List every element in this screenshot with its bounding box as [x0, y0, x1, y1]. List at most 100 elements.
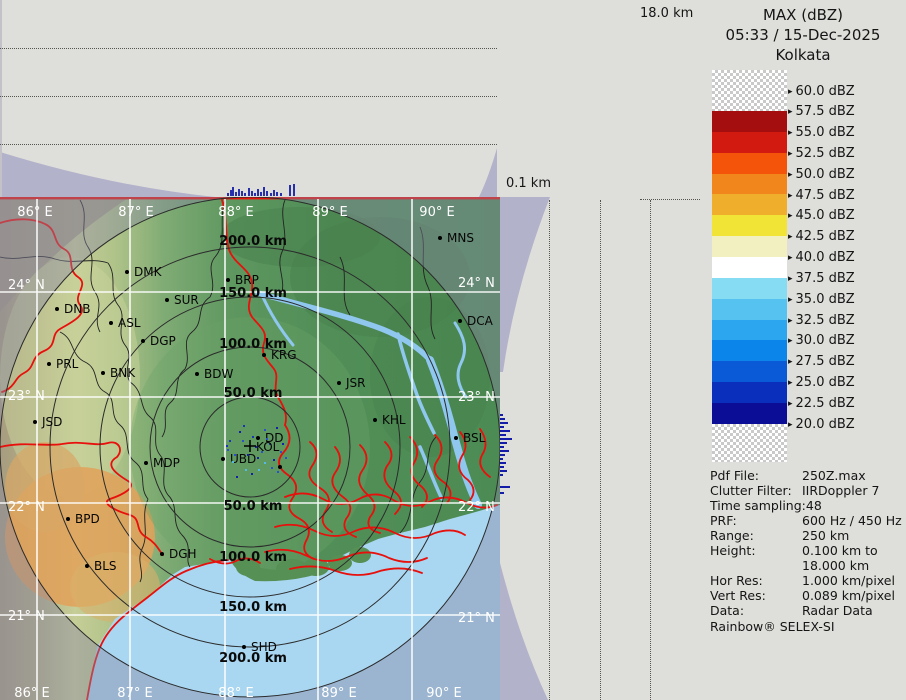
- echo-top-bar: [500, 492, 504, 494]
- metadata-value: 18.000 km: [802, 558, 869, 573]
- echo-top-bar: [254, 193, 256, 196]
- height-gridline: [0, 48, 497, 49]
- echo-top-bar: [260, 192, 262, 196]
- range-ring-label: 150.0 km: [219, 286, 287, 301]
- dbz-label: 52.5 dBZ: [796, 146, 855, 161]
- dbz-label-row: ▸32.5 dBZ: [788, 313, 855, 328]
- echo-top-bar: [227, 193, 229, 196]
- metadata-row: Height:0.100 km to: [710, 543, 902, 558]
- metadata-value: 1.000 km/pixel: [802, 573, 895, 588]
- dbz-label: 45.0 dBZ: [796, 208, 855, 223]
- echo-top-bar: [230, 190, 232, 196]
- city-dot: [141, 339, 145, 343]
- echo-pixel: [282, 443, 284, 445]
- colorband: [712, 403, 787, 424]
- echo-top-bar: [500, 474, 503, 476]
- echo-top-bar: [251, 191, 253, 196]
- city-dot: [47, 362, 51, 366]
- city-dot: [454, 436, 458, 440]
- echo-top-bar: [500, 414, 503, 416]
- city-dot: [165, 298, 169, 302]
- metadata-row: Data:Radar Data: [710, 603, 902, 618]
- dbz-label: 40.0 dBZ: [796, 250, 855, 265]
- dbz-label-row: ▸22.5 dBZ: [788, 396, 855, 411]
- echo-top-bar: [500, 422, 508, 424]
- dbz-colorbar: [712, 70, 787, 462]
- echo-top-bar: [500, 434, 506, 436]
- city-dot: [262, 353, 266, 357]
- colorband: [712, 278, 787, 299]
- blind-cone-wedge-north: [500, 197, 550, 372]
- echo-top-bar: [273, 190, 275, 196]
- tick-arrow-icon: ▸: [788, 87, 793, 97]
- colorband: [712, 382, 787, 403]
- echo-pixel: [245, 469, 247, 471]
- colorband: [712, 194, 787, 215]
- echo-pixel: [273, 459, 275, 461]
- graticule-label: 89° E: [321, 686, 356, 700]
- city-label: DNB: [64, 302, 90, 316]
- dbz-label-row: ▸50.0 dBZ: [788, 167, 855, 182]
- tick-arrow-icon: ▸: [788, 232, 793, 242]
- city-label: KHL: [382, 413, 406, 427]
- echo-pixel: [258, 469, 260, 471]
- graticule-label: 86° E: [14, 686, 49, 700]
- height-gridline: [640, 199, 706, 200]
- graticule-label: 24° N: [458, 276, 495, 291]
- metadata-row: Clutter Filter:IIRDoppler 7: [710, 483, 902, 498]
- city-dot: [85, 564, 89, 568]
- graticule-label: 86° E: [17, 205, 52, 220]
- echo-top-bar: [232, 187, 234, 196]
- echo-top-bar: [500, 446, 504, 448]
- legend-panel: MAX (dBZ) 05:33 / 15-Dec-2025 Kolkata ▸6…: [700, 0, 906, 700]
- echo-top-bar: [280, 193, 282, 196]
- tick-arrow-icon: ▸: [788, 295, 793, 305]
- city-dot: [33, 420, 37, 424]
- dbz-label-row: ▸25.0 dBZ: [788, 375, 855, 390]
- dbz-label-row: ▸27.5 dBZ: [788, 354, 855, 369]
- echo-top-bar: [500, 462, 506, 464]
- city-label: JSD: [41, 415, 62, 429]
- right-panel-graphics: [500, 197, 706, 700]
- echo-top-bar: [235, 192, 237, 196]
- top-panel-graphics: [0, 0, 500, 197]
- city-label: DCA: [467, 314, 494, 328]
- echo-pixel: [243, 425, 245, 427]
- top-echo-profile-bars: [227, 184, 295, 196]
- city-dot: [221, 457, 225, 461]
- echo-top-bar: [500, 442, 507, 444]
- echo-top-bar: [500, 486, 510, 488]
- dbz-label-row: ▸37.5 dBZ: [788, 271, 855, 286]
- echo-pixel: [227, 449, 229, 451]
- city-label: PRL: [56, 357, 79, 371]
- tick-arrow-icon: ▸: [788, 170, 793, 180]
- tick-arrow-icon: ▸: [788, 420, 793, 430]
- echo-top-bar: [289, 185, 291, 196]
- tick-arrow-icon: ▸: [788, 357, 793, 367]
- metadata-row: Range:250 km: [710, 528, 902, 543]
- dbz-label-row: ▸40.0 dBZ: [788, 250, 855, 265]
- graticule-label: 22° N: [458, 500, 495, 515]
- metadata-label: Time sampling:: [710, 498, 806, 513]
- radar-app-window: 18.0 km 0.1 km: [0, 0, 906, 700]
- echo-pixel: [229, 440, 231, 442]
- echo-top-bar: [263, 187, 265, 196]
- city-dot: [373, 418, 377, 422]
- city-label: BDW: [204, 367, 233, 381]
- echo-top-bar: [238, 189, 240, 196]
- product-metadata: Pdf File:250Z.maxClutter Filter:IIRDoppl…: [710, 468, 902, 618]
- range-ring-label: 200.0 km: [219, 234, 287, 249]
- metadata-row: 18.000 km: [710, 558, 902, 573]
- graticule-label: 21° N: [8, 609, 45, 624]
- city-dot: [458, 319, 462, 323]
- colorband: [712, 361, 787, 382]
- min-height-label: 0.1 km: [506, 176, 551, 191]
- city-label: UBD: [230, 452, 256, 466]
- city-label: BLS: [94, 559, 117, 573]
- city-dot: [109, 321, 113, 325]
- metadata-label: Data:: [710, 603, 802, 618]
- city-label: ASL: [118, 316, 141, 330]
- city-dot: [226, 278, 230, 282]
- dbz-label-row: ▸35.0 dBZ: [788, 292, 855, 307]
- dbz-label: 55.0 dBZ: [796, 125, 855, 140]
